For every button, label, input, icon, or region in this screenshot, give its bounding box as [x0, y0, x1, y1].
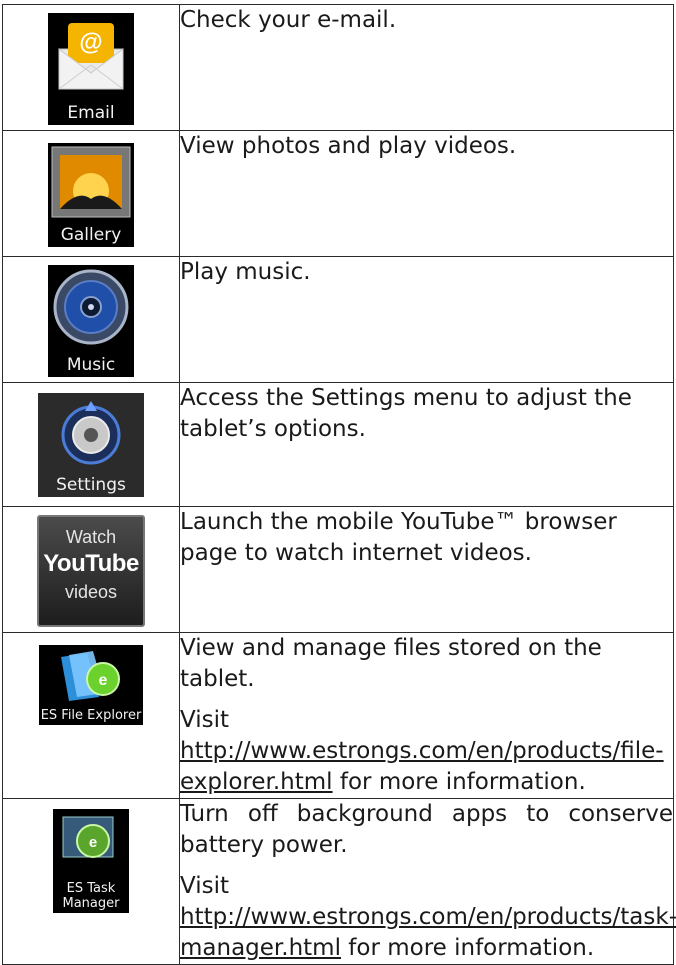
visit-prefix: Visit [180, 707, 230, 733]
icon-cell: Watch YouTube videos [2, 506, 180, 633]
table-row: e ES Task Manager Turn off background ap… [2, 798, 676, 965]
email-icon: @ [58, 23, 124, 90]
es-file-explorer-icon: e [61, 651, 120, 701]
svg-text:e: e [89, 834, 97, 851]
es-file-explorer-label: ES File Explorer [40, 708, 142, 723]
table-row: Gallery View photos and play videos. [2, 130, 674, 257]
app-table: @ Email Check your e-mail. Gallery View … [2, 4, 676, 965]
description-text: View photos and play videos. [180, 133, 517, 159]
description-text: View and manage files stored on the tabl… [180, 635, 602, 692]
icon-cell: @ Email [2, 4, 180, 131]
icon-cell: Settings [2, 382, 180, 507]
music-label: Music [66, 355, 116, 375]
description-text: Play music. [180, 259, 311, 285]
es-task-manager-label: ES Task Manager [53, 881, 129, 911]
visit-prefix: Visit [180, 873, 230, 899]
svg-text:e: e [99, 672, 108, 689]
description-text: Launch the mobile YouTube™ browser page … [180, 509, 617, 566]
table-row: @ Email Check your e-mail. [2, 4, 674, 131]
description-text: Turn off background apps to conserve bat… [180, 801, 673, 858]
es-task-manager-icon: e [62, 816, 114, 858]
youtube-videos-label: videos [64, 582, 118, 602]
icon-cell: Gallery [2, 130, 180, 257]
description-cell: View and manage files stored on the tabl… [179, 632, 674, 799]
description-cell: Launch the mobile YouTube™ browser page … [179, 506, 674, 633]
table-row: Music Play music. [2, 256, 674, 383]
description-cell: Play music. [179, 256, 674, 383]
gallery-icon [51, 146, 131, 218]
es-task-manager-tile: e ES Task Manager [53, 809, 129, 913]
table-row: Settings Access the Settings menu to adj… [2, 382, 674, 507]
description-text: Access the Settings menu to adjust the t… [180, 385, 632, 442]
description-cell: Check your e-mail. [179, 4, 674, 131]
youtube-logo-label: YouTube [43, 550, 139, 577]
youtube-watch-label: Watch [65, 527, 117, 547]
table-row: e ES File Explorer View and manage files… [2, 632, 674, 799]
visit-suffix: for more information. [339, 769, 586, 795]
svg-text:@: @ [79, 29, 102, 56]
es-task-manager-label-line2: Manager [62, 896, 120, 911]
description-cell: Access the Settings menu to adjust the t… [179, 382, 674, 507]
description-cell: Turn off background apps to conserve bat… [179, 798, 676, 965]
es-task-manager-label-line1: ES Task [66, 881, 116, 896]
icon-cell: e ES Task Manager [2, 798, 180, 965]
es-file-explorer-tile: e ES File Explorer [39, 645, 143, 725]
visit-suffix: for more information. [348, 935, 595, 961]
description-cell: View photos and play videos. [179, 130, 674, 257]
table-row: Watch YouTube videos Launch the mobile Y… [2, 506, 674, 633]
settings-label: Settings [56, 475, 126, 495]
gallery-tile: Gallery [48, 143, 134, 247]
visit-paragraph: Visit http://www.estrongs.com/en/product… [180, 705, 673, 798]
visit-paragraph: Visit http://www.estrongs.com/en/product… [180, 871, 676, 964]
email-label: Email [67, 103, 115, 123]
youtube-icon: Watch YouTube videos [37, 515, 145, 627]
email-tile: @ Email [48, 13, 134, 125]
music-tile: Music [48, 265, 134, 377]
music-icon [53, 269, 129, 345]
description-text: Check your e-mail. [180, 7, 397, 33]
icon-cell: e ES File Explorer [2, 632, 180, 799]
settings-tile: Settings [38, 393, 144, 497]
settings-icon [61, 401, 121, 465]
icon-cell: Music [2, 256, 180, 383]
gallery-label: Gallery [60, 225, 122, 245]
